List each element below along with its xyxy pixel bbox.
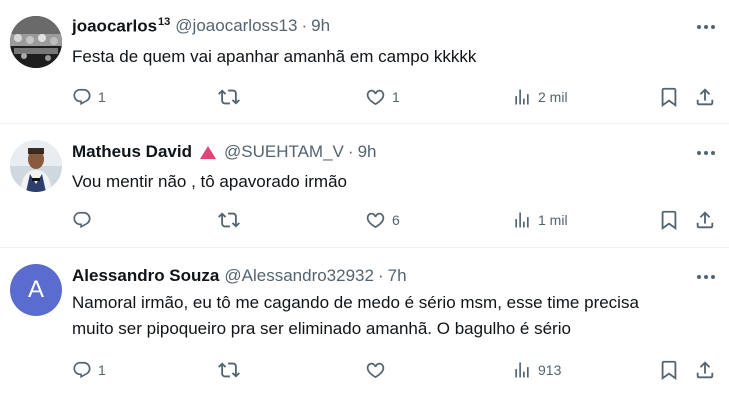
views-button[interactable]: 2 mil	[512, 85, 568, 109]
retweet-icon	[218, 362, 240, 378]
person-photo-image	[10, 140, 62, 192]
reply-icon	[73, 211, 91, 229]
tweet-text-line: Namoral irmão, eu tô me cagando de medo …	[72, 293, 639, 312]
share-button[interactable]	[694, 358, 716, 382]
like-count: 6	[392, 212, 400, 228]
tweet-text: Namoral irmão, eu tô me cagando de medo …	[72, 290, 722, 342]
tweet-text: Vou mentir não , tô apavorado irmão	[72, 172, 347, 191]
reply-button[interactable]: 1	[72, 358, 106, 382]
bookmark-button[interactable]	[658, 358, 680, 382]
more-dots-icon	[697, 25, 715, 29]
timestamp[interactable]: 9h	[358, 142, 377, 162]
reply-button[interactable]: 1	[72, 85, 106, 109]
view-count: 913	[538, 362, 562, 378]
more-options-button[interactable]	[695, 266, 717, 288]
more-options-button[interactable]	[695, 16, 717, 38]
view-count: 2 mil	[538, 89, 568, 105]
retweet-button[interactable]	[218, 208, 240, 232]
bookmark-icon	[661, 210, 677, 231]
retweet-button[interactable]	[218, 85, 240, 109]
more-options-button[interactable]	[695, 142, 717, 164]
tweet[interactable]: joaocarlos13 @joaocarloss13 · 9h Festa d…	[0, 0, 729, 124]
tweet-header: Alessandro Souza @Alessandro32932 · 7h	[72, 264, 407, 288]
reply-button[interactable]	[72, 208, 92, 232]
tweet[interactable]: Matheus David @SUEHTAM_V · 9h Vou mentir…	[0, 124, 729, 248]
red-triangle-icon	[199, 145, 216, 159]
user-handle[interactable]: @joaocarloss13	[175, 16, 297, 36]
more-dots-icon	[697, 151, 715, 155]
user-handle[interactable]: @Alessandro32932	[224, 266, 374, 286]
analytics-icon	[515, 362, 529, 378]
crowd-photo-image	[10, 16, 62, 68]
tweet-header: joaocarlos13 @joaocarloss13 · 9h	[72, 14, 330, 38]
display-name[interactable]: Matheus David	[72, 142, 192, 162]
retweet-icon	[218, 89, 240, 105]
retweet-button[interactable]	[218, 358, 240, 382]
like-count: 1	[392, 89, 400, 105]
view-count: 1 mil	[538, 212, 568, 228]
tweet[interactable]: A Alessandro Souza @Alessandro32932 · 7h…	[0, 248, 729, 400]
tweet-text: Festa de quem vai apanhar amanhã em camp…	[72, 47, 477, 66]
share-icon	[696, 88, 714, 106]
bookmark-button[interactable]	[658, 208, 680, 232]
reply-icon	[73, 88, 91, 106]
avatar[interactable]	[10, 140, 62, 192]
separator-dot: ·	[377, 266, 384, 285]
display-name[interactable]: joaocarlos13	[72, 16, 170, 37]
reply-count: 1	[98, 89, 106, 105]
retweet-icon	[218, 212, 240, 228]
analytics-icon	[515, 212, 529, 228]
views-button[interactable]: 1 mil	[512, 208, 568, 232]
reply-icon	[73, 361, 91, 379]
reply-count: 1	[98, 362, 106, 378]
bookmark-icon	[661, 87, 677, 108]
separator-dot: ·	[347, 142, 354, 161]
like-button[interactable]: 6	[365, 208, 400, 232]
user-handle[interactable]: @SUEHTAM_V	[224, 142, 344, 162]
bookmark-button[interactable]	[658, 85, 680, 109]
timestamp[interactable]: 7h	[388, 266, 407, 286]
views-button[interactable]: 913	[512, 358, 561, 382]
share-icon	[696, 361, 714, 379]
bookmark-icon	[661, 360, 677, 381]
timestamp[interactable]: 9h	[311, 16, 330, 36]
heart-icon	[366, 212, 385, 228]
heart-icon	[366, 89, 385, 105]
avatar-letter: A	[27, 276, 44, 303]
share-button[interactable]	[694, 208, 716, 232]
analytics-icon	[515, 89, 529, 105]
name-superscript: 13	[158, 15, 171, 28]
share-button[interactable]	[694, 85, 716, 109]
tweet-header: Matheus David @SUEHTAM_V · 9h	[72, 140, 376, 164]
more-dots-icon	[697, 275, 715, 279]
like-button[interactable]	[365, 358, 386, 382]
like-button[interactable]: 1	[365, 85, 400, 109]
avatar[interactable]: A	[10, 264, 62, 316]
avatar[interactable]	[10, 16, 62, 68]
tweet-text-line: muito ser pipoqueiro pra ser eliminado a…	[72, 319, 571, 338]
heart-icon	[366, 362, 385, 378]
display-name[interactable]: Alessandro Souza	[72, 266, 219, 286]
share-icon	[696, 211, 714, 229]
separator-dot: ·	[301, 16, 308, 35]
